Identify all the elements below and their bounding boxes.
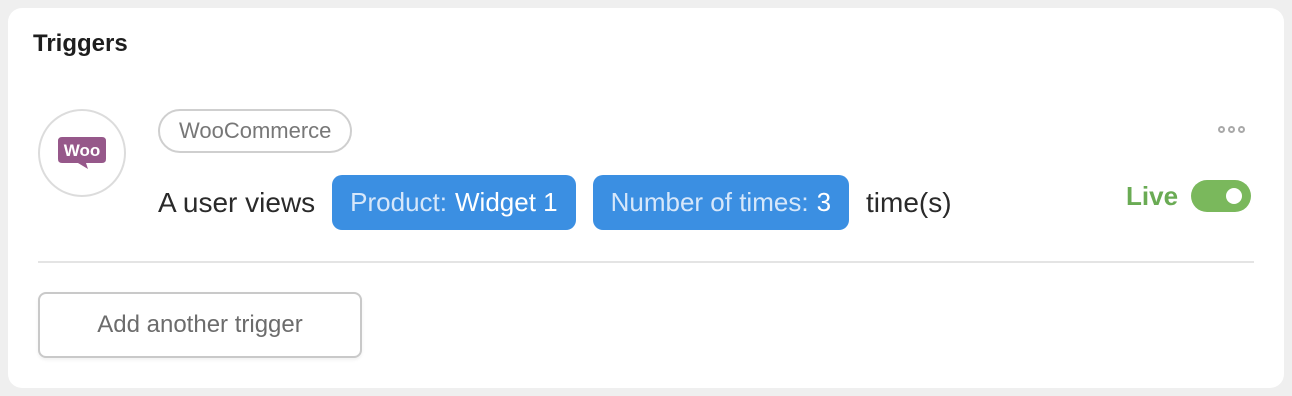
sentence-suffix: time(s)	[866, 186, 952, 218]
add-another-trigger-button[interactable]: Add another trigger	[38, 292, 362, 358]
card-title: Triggers	[33, 30, 128, 57]
more-options-icon[interactable]	[1218, 126, 1245, 133]
dot	[1238, 126, 1245, 133]
dot	[1228, 126, 1235, 133]
sentence-prefix: A user views	[158, 186, 316, 218]
live-status: Live	[1126, 180, 1252, 212]
product-token[interactable]: Product: Widget 1	[332, 175, 576, 230]
token-value: Widget 1	[455, 187, 558, 217]
number-of-times-token[interactable]: Number of times: 3	[592, 175, 850, 230]
woocommerce-icon: Woo	[58, 137, 106, 169]
woocommerce-logo: Woo	[38, 109, 126, 197]
token-key: Number of times:	[610, 187, 809, 217]
triggers-card: Triggers Woo WooCommerce A user views Pr…	[8, 8, 1284, 388]
divider	[38, 261, 1254, 263]
logo-text: Woo	[64, 141, 101, 160]
trigger-sentence: A user views Product: Widget 1 Number of…	[158, 175, 969, 230]
integration-badge: WooCommerce	[158, 109, 353, 153]
token-value: 3	[816, 187, 832, 217]
token-key: Product:	[350, 187, 447, 217]
live-label: Live	[1126, 180, 1179, 211]
dot	[1218, 126, 1225, 133]
toggle-knob	[1226, 188, 1243, 204]
live-toggle[interactable]	[1191, 180, 1252, 212]
